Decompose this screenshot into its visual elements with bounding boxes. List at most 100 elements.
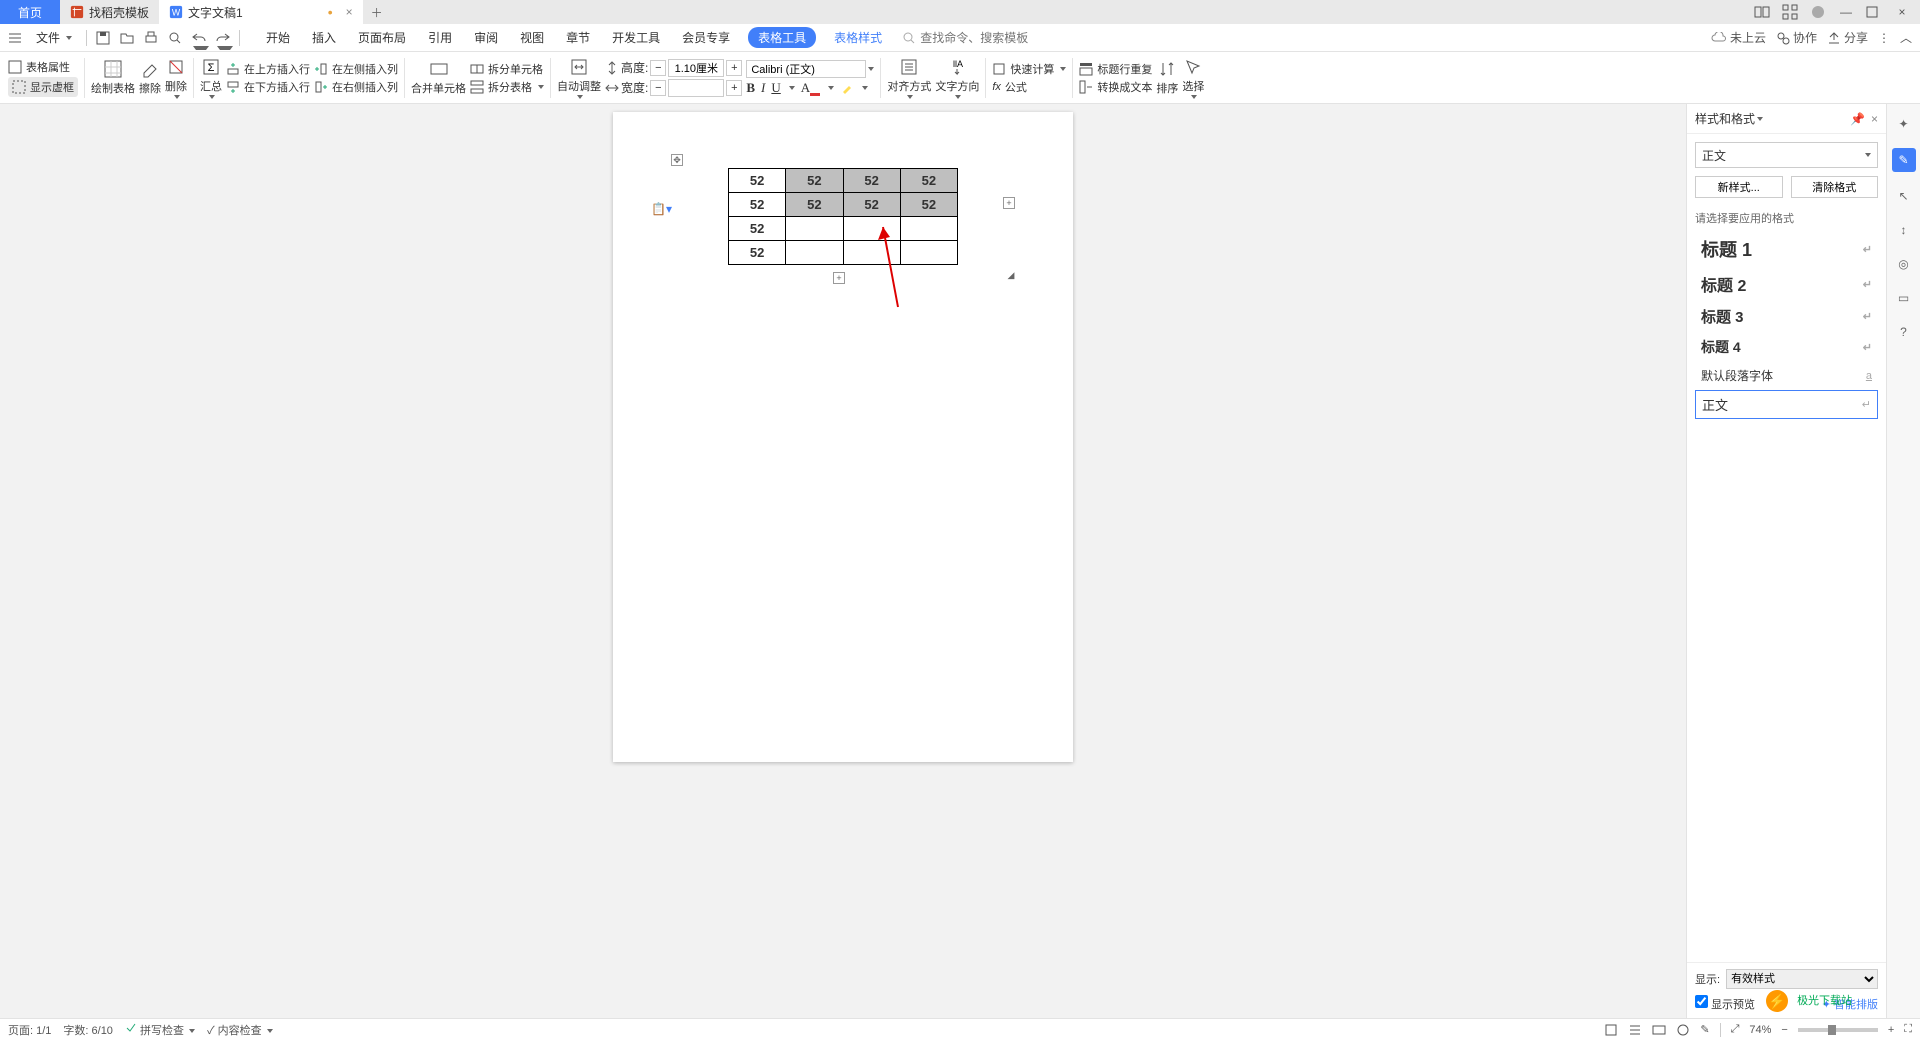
rail-doc-icon[interactable]: ▭ [1894,288,1914,308]
document-table[interactable]: 52525252525252525252 [728,168,958,265]
menu-start[interactable]: 开始 [262,27,294,48]
preview-icon[interactable] [167,30,183,46]
style-heading2[interactable]: 标题 2↵ [1695,268,1878,300]
fit-icon[interactable]: ⤢ [1731,1023,1740,1036]
preview-checkbox[interactable]: 显示预览 [1695,995,1755,1012]
italic-button[interactable]: I [761,80,765,96]
table-cell[interactable]: 52 [786,193,843,217]
menu-view[interactable]: 视图 [516,27,548,48]
table-cell[interactable]: 52 [786,169,843,193]
style-default-font[interactable]: 默认段落字体a [1695,363,1878,388]
zoom-slider[interactable] [1798,1028,1878,1032]
view-web-icon[interactable] [1676,1023,1690,1037]
open-icon[interactable] [119,30,135,46]
skin-icon[interactable] [1810,4,1826,20]
style-heading4[interactable]: 标题 4↵ [1695,333,1878,361]
menu-tablestyle[interactable]: 表格样式 [830,27,886,48]
rail-ai-icon[interactable]: ✦ [1894,114,1914,134]
table-cell[interactable]: 52 [729,241,786,265]
table-cell[interactable]: 52 [900,169,957,193]
height-input[interactable] [668,59,724,77]
status-spell[interactable]: 拼写检查 [125,1022,195,1038]
text-direction-button[interactable]: llA文字方向 [935,57,979,99]
panel-close-icon[interactable]: × [1871,112,1878,126]
highlight-button[interactable] [840,81,854,95]
style-heading1[interactable]: 标题 1↵ [1695,232,1878,266]
eraser-button[interactable]: 擦除 [139,59,161,96]
menu-dev[interactable]: 开发工具 [608,27,664,48]
summary-button[interactable]: Σ汇总 [200,57,222,99]
zoom-label[interactable]: 74% [1749,1024,1771,1036]
insert-row-below[interactable]: 在下方插入行 [226,79,310,95]
tab-document[interactable]: W 文字文稿1 • × [159,0,363,24]
menu-insert[interactable]: 插入 [308,27,340,48]
draw-table-button[interactable]: 绘制表格 [91,59,135,96]
table-props-button[interactable]: 表格属性 [8,59,78,75]
maximize-icon[interactable] [1866,6,1882,18]
command-search[interactable] [902,31,1040,45]
table-cell[interactable]: 52 [729,169,786,193]
cloud-status[interactable]: 未上云 [1711,29,1766,46]
print-icon[interactable] [143,30,159,46]
view-outline-icon[interactable] [1628,1023,1642,1037]
font-color-button[interactable]: A [801,80,820,96]
bold-button[interactable]: B [746,80,755,96]
document-area[interactable]: ✥ 📋▾ 52525252525252525252 + + ◢ [0,104,1686,1018]
menu-chapter[interactable]: 章节 [562,27,594,48]
status-content[interactable]: ✓ 内容检查 [207,1022,273,1038]
show-filter[interactable]: 显示:有效样式 [1695,969,1878,989]
collapse-ribbon-icon[interactable]: ︿ [1900,29,1912,46]
menu-ref[interactable]: 引用 [424,27,456,48]
menu-review[interactable]: 审阅 [470,27,502,48]
sort-button[interactable]: 排序 [1156,59,1178,96]
minimize-icon[interactable]: — [1838,5,1854,19]
redo-icon[interactable] [215,30,231,46]
insert-row-above[interactable]: 在上方插入行 [226,61,310,77]
width-plus[interactable]: + [726,80,742,96]
new-tab-button[interactable]: ＋ [363,0,391,24]
table-resize-handle[interactable]: ◢ [1005,269,1017,281]
share-button[interactable]: 分享 [1827,29,1868,46]
table-cell[interactable]: 52 [729,193,786,217]
table-add-col-handle[interactable]: + [1003,197,1015,209]
rail-protect-icon[interactable]: ◎ [1894,254,1914,274]
tab-home[interactable]: 首页 [0,0,60,24]
zoom-out[interactable]: − [1781,1024,1787,1036]
split-table-button[interactable]: 拆分表格 [470,79,544,95]
table-move-handle[interactable]: ✥ [671,154,683,166]
save-icon[interactable] [95,30,111,46]
col-width[interactable]: 宽度: − + [605,79,742,97]
align-button[interactable]: 对齐方式 [887,57,931,99]
view-edit-icon[interactable]: ✎ [1700,1023,1709,1036]
table-cell[interactable] [900,217,957,241]
zoom-in[interactable]: + [1888,1024,1894,1036]
autofit-button[interactable]: 自动调整 [557,57,601,99]
status-page[interactable]: 页面: 1/1 [8,1022,51,1038]
quickcalc-button[interactable]: 快速计算 [992,61,1066,77]
table-cell[interactable] [786,241,843,265]
table-cell[interactable]: 52 [729,217,786,241]
close-window-icon[interactable]: × [1894,5,1910,19]
delete-button[interactable]: 删除 [165,57,187,99]
clear-format-button[interactable]: 清除格式 [1791,176,1879,198]
table-add-row-handle[interactable]: + [833,272,845,284]
layout-icon[interactable] [1754,4,1770,20]
width-input[interactable] [668,79,724,97]
height-minus[interactable]: − [650,60,666,76]
coop-button[interactable]: 协作 [1776,29,1817,46]
height-plus[interactable]: + [726,60,742,76]
search-input[interactable] [920,31,1040,45]
menu-layout[interactable]: 页面布局 [354,27,410,48]
menu-tabletool[interactable]: 表格工具 [748,27,816,48]
convert-text-button[interactable]: 转换成文本 [1079,79,1152,95]
view-read-icon[interactable] [1652,1023,1666,1037]
rail-nav-icon[interactable]: ↕ [1894,220,1914,240]
menu-member[interactable]: 会员专享 [678,27,734,48]
fullscreen-icon[interactable]: ⛶ [1904,1023,1912,1036]
split-cell-button[interactable]: 拆分单元格 [470,61,544,77]
current-style-select[interactable]: 正文 [1695,142,1878,168]
table-cell[interactable]: 52 [900,193,957,217]
undo-icon[interactable] [191,30,207,46]
style-heading3[interactable]: 标题 3↵ [1695,302,1878,331]
rail-help-icon[interactable]: ? [1894,322,1914,342]
